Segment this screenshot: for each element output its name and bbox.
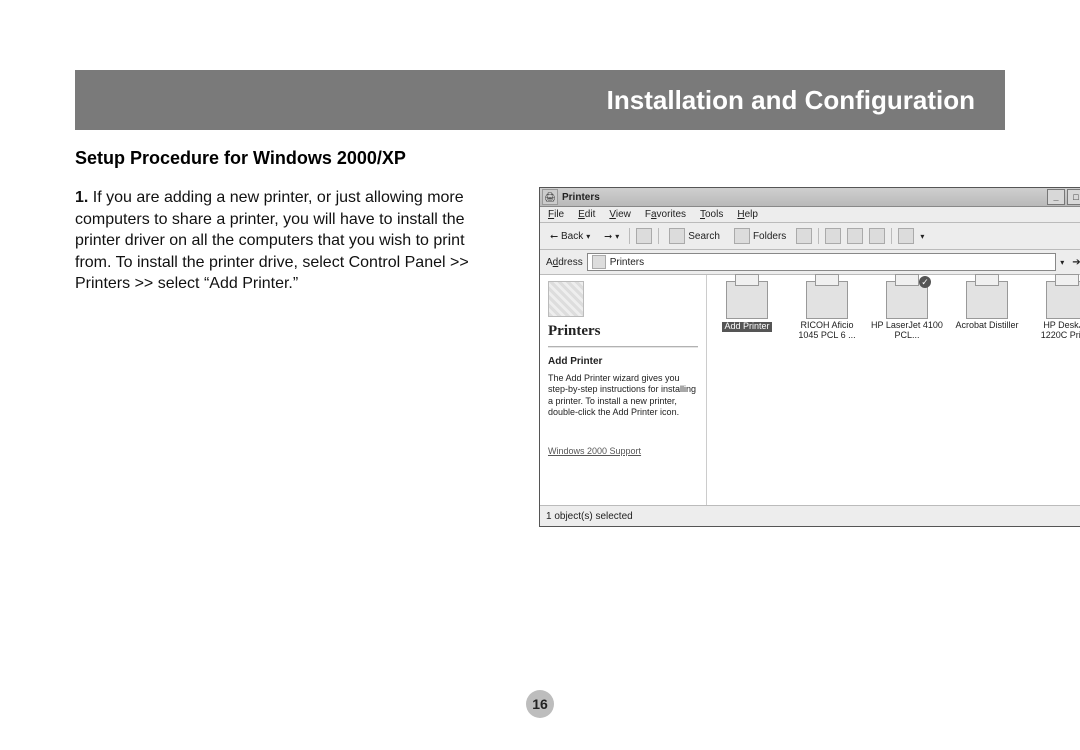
side-description: The Add Printer wizard gives you step-by…	[548, 373, 698, 418]
printers-icon	[592, 255, 606, 269]
subheading: Setup Procedure for Windows 2000/XP	[75, 148, 1005, 169]
back-label: Back	[561, 231, 583, 242]
copy-to-icon[interactable]	[847, 228, 863, 244]
folders-icon	[734, 228, 750, 244]
side-title: Printers	[548, 323, 698, 340]
printer-icon: ✓	[886, 281, 928, 319]
step-text: If you are adding a new printer, or just…	[75, 189, 469, 292]
go-arrow-icon: ➔	[1072, 257, 1080, 268]
address-value: Printers	[610, 257, 644, 268]
menu-favorites[interactable]: Favorites	[645, 209, 686, 220]
address-label: Address	[546, 257, 583, 268]
support-link[interactable]: Windows 2000 Support	[548, 446, 698, 456]
separator	[891, 228, 892, 244]
printer-item-acrobat[interactable]: Acrobat Distiller	[951, 281, 1023, 331]
item-label: Add Printer	[722, 322, 771, 332]
side-logo-icon	[548, 281, 584, 317]
search-icon	[669, 228, 685, 244]
section-banner: Installation and Configuration	[75, 70, 1005, 130]
delete-icon[interactable]	[869, 228, 885, 244]
printer-icon	[966, 281, 1008, 319]
printers-window: 🖨 Printers _ □ × File Edit View Favorite…	[539, 187, 1080, 527]
item-label: HP DeskJet 1220C Prin...	[1031, 321, 1080, 341]
printer-icon	[726, 281, 768, 319]
item-label: RICOH Aficio 1045 PCL 6 ...	[791, 321, 863, 341]
default-check-icon: ✓	[919, 276, 931, 288]
chevron-down-icon: ▾	[615, 232, 619, 241]
chevron-down-icon: ▾	[920, 232, 924, 241]
chevron-down-icon: ▾	[586, 232, 590, 241]
printer-item-hp-deskjet[interactable]: HP DeskJet 1220C Prin...	[1031, 281, 1080, 341]
menu-view[interactable]: View	[609, 209, 631, 220]
printer-item-hp-laserjet[interactable]: ✓ HP LaserJet 4100 PCL...	[871, 281, 943, 341]
separator	[658, 228, 659, 244]
back-button[interactable]: ⭠ Back ▾	[546, 230, 594, 243]
separator	[629, 228, 630, 244]
window-titlebar[interactable]: 🖨 Printers _ □ ×	[540, 188, 1080, 207]
up-icon[interactable]	[636, 228, 652, 244]
forward-button[interactable]: ⭢ ▾	[600, 230, 623, 243]
banner-title: Installation and Configuration	[607, 85, 975, 116]
forward-arrow-icon: ⭢	[604, 231, 612, 242]
menu-file[interactable]: File	[548, 209, 564, 220]
address-bar: Address Printers ▾ ➔ Go	[540, 250, 1080, 275]
side-subtitle: Add Printer	[548, 356, 698, 367]
step-number: 1.	[75, 189, 88, 206]
views-icon[interactable]	[898, 228, 914, 244]
page-number: 16	[526, 690, 554, 718]
history-icon[interactable]	[796, 228, 812, 244]
side-panel: Printers Add Printer The Add Printer wiz…	[540, 275, 707, 505]
printer-icon	[1046, 281, 1080, 319]
items-pane[interactable]: Add Printer RICOH Aficio 1045 PCL 6 ... …	[707, 275, 1080, 505]
folders-button[interactable]: Folders	[730, 227, 790, 245]
printer-icon	[806, 281, 848, 319]
separator	[818, 228, 819, 244]
search-label: Search	[688, 231, 720, 242]
item-label: Acrobat Distiller	[951, 321, 1023, 331]
menu-bar: File Edit View Favorites Tools Help	[540, 207, 1080, 223]
maximize-button[interactable]: □	[1067, 189, 1080, 205]
search-button[interactable]: Search	[665, 227, 724, 245]
status-bar: 1 object(s) selected	[540, 505, 1080, 526]
chevron-down-icon[interactable]: ▾	[1060, 258, 1064, 267]
menu-tools[interactable]: Tools	[700, 209, 723, 220]
address-field[interactable]: Printers	[587, 253, 1057, 271]
menu-edit[interactable]: Edit	[578, 209, 595, 220]
app-icon: 🖨	[542, 189, 558, 205]
go-button[interactable]: ➔ Go	[1068, 257, 1080, 268]
printer-item-ricoh[interactable]: RICOH Aficio 1045 PCL 6 ...	[791, 281, 863, 341]
step-paragraph: 1. If you are adding a new printer, or j…	[75, 187, 505, 527]
back-arrow-icon: ⭠	[550, 231, 558, 242]
divider	[548, 346, 698, 348]
item-label: HP LaserJet 4100 PCL...	[871, 321, 943, 341]
folders-label: Folders	[753, 231, 786, 242]
toolbar: ⭠ Back ▾ ⭢ ▾ Search Folders	[540, 223, 1080, 250]
window-title: Printers	[562, 192, 1047, 203]
minimize-button[interactable]: _	[1047, 189, 1065, 205]
menu-help[interactable]: Help	[737, 209, 758, 220]
move-to-icon[interactable]	[825, 228, 841, 244]
status-text: 1 object(s) selected	[546, 511, 633, 522]
add-printer-item[interactable]: Add Printer	[711, 281, 783, 332]
